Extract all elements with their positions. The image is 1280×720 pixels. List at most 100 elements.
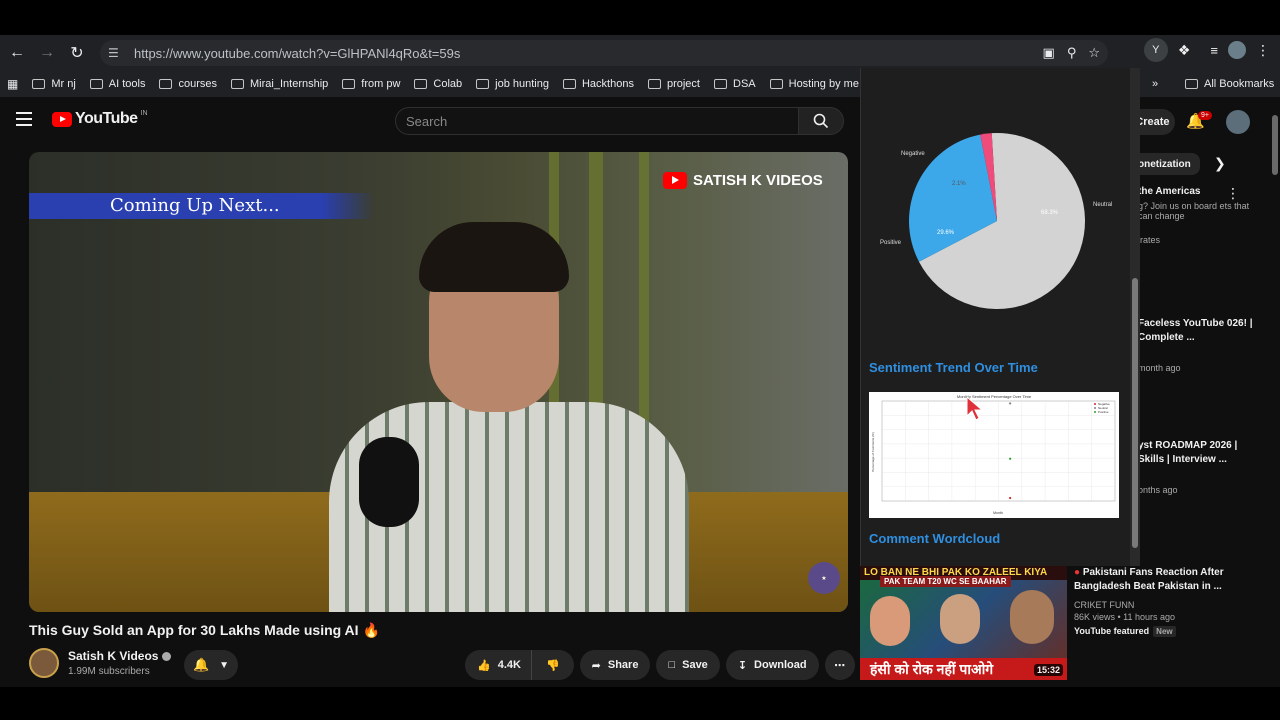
bookmark-job-hunting[interactable]: job hunting: [469, 78, 556, 90]
trend-legend: Negative Neutral Positive: [1094, 402, 1110, 414]
all-bookmarks[interactable]: All Bookmarks: [1178, 78, 1280, 90]
bookmark-dsa[interactable]: DSA: [707, 78, 763, 90]
trend-point-negative: [1009, 496, 1012, 500]
extension-scrollbar-thumb[interactable]: [1132, 278, 1138, 548]
folder-icon: [769, 79, 783, 89]
related-video-meta: 86K views • 11 hours ago: [1074, 612, 1176, 622]
share-icon: ➦: [591, 659, 601, 672]
hamburger-menu-icon[interactable]: [16, 112, 32, 126]
folder-icon: [342, 79, 356, 89]
youtube-play-icon: [52, 111, 72, 127]
search-icon: [813, 113, 829, 129]
profile-avatar[interactable]: [1228, 41, 1246, 59]
video-title: This Guy Sold an App for 30 Lakhs Made u…: [29, 622, 380, 638]
thumbs-down-icon: 👎: [545, 659, 560, 672]
back-icon[interactable]: ←: [2, 38, 32, 68]
channel-avatar[interactable]: [29, 648, 59, 678]
folder-icon: [89, 79, 103, 89]
star-icon[interactable]: ☆: [1088, 45, 1100, 61]
trend-legend-positive: Positive: [1098, 410, 1109, 414]
coming-up-banner: Coming Up Next...: [29, 193, 374, 219]
folder-icon: [476, 79, 490, 89]
bookmark-hackthons[interactable]: Hackthons: [556, 78, 641, 90]
menu-icon[interactable]: ⋮: [1256, 42, 1270, 59]
os-top-band: [0, 0, 1280, 35]
forward-icon[interactable]: →: [32, 38, 62, 68]
folder-icon: [414, 79, 428, 89]
share-button[interactable]: ➦ Share: [579, 650, 651, 680]
youtube-logo[interactable]: YouTube IN: [52, 110, 148, 128]
pie-label-positive: Positive: [880, 240, 902, 246]
related-item[interactable]: the Americas g? Join us on board ets tha…: [1138, 185, 1258, 245]
bell-icon: 🔔: [192, 657, 210, 672]
video-actions: 👍 4.4K 👎 ➦ Share □ Save ↧ Download ⋯: [465, 650, 855, 680]
video-player[interactable]: Coming Up Next... SATISH K VIDEOS ★: [29, 152, 848, 612]
folder-icon: [1185, 79, 1198, 89]
cast-icon[interactable]: ▣: [1043, 45, 1055, 61]
dislike-button[interactable]: 👎: [530, 650, 574, 680]
browser-toolbar: ← → ↻ ☰ https://www.youtube.com/watch?v=…: [0, 35, 1280, 71]
download-icon: ↧: [737, 659, 748, 672]
like-button[interactable]: 👍 4.4K: [465, 650, 531, 680]
more-icon: ⋯: [834, 659, 846, 672]
trend-heading: Sentiment Trend Over Time: [869, 360, 1038, 375]
os-bottom-band: [0, 687, 1280, 720]
search-button[interactable]: [798, 107, 844, 135]
wordcloud-heading: Comment Wordcloud: [869, 531, 1001, 546]
thumbnail-face: [870, 596, 910, 646]
notification-badge: 9+: [1198, 111, 1212, 120]
save-button[interactable]: □ Save: [656, 650, 720, 680]
download-button[interactable]: ↧ Download: [725, 650, 819, 680]
related-channel-name: CRIKET FUNN: [1074, 600, 1135, 610]
apps-icon[interactable]: ▦: [0, 77, 25, 91]
search-input[interactable]: Search: [395, 107, 798, 135]
channel-name[interactable]: Satish K Videos: [68, 649, 172, 663]
pie-pct-negative: 2.1%: [952, 181, 966, 187]
related-video-title: ● Pakistani Fans Reaction After Banglade…: [1074, 567, 1224, 592]
extension-scrollbar[interactable]: [1130, 68, 1140, 566]
subscriber-count: 1.99M subscribers: [68, 666, 150, 677]
new-badge: New: [1153, 626, 1176, 637]
thumbnail-subheadline: PAK TEAM T20 WC SE BAAHAR: [880, 576, 1011, 587]
zoom-icon[interactable]: ⚲: [1067, 45, 1077, 61]
bookmark-courses[interactable]: courses: [152, 78, 224, 90]
related-video-card[interactable]: LO BAN NE BHI PAK KO ZALEEL KIYA PAK TEA…: [860, 566, 1270, 684]
pie-pct-neutral: 68.3%: [1041, 210, 1059, 216]
bookmark-colab[interactable]: Colab: [407, 78, 469, 90]
bookmark-mirai-internship[interactable]: Mirai_Internship: [224, 78, 335, 90]
trend-xlabel: Month: [993, 511, 1003, 515]
bookmark-from-pw[interactable]: from pw: [335, 78, 407, 90]
url-text: https://www.youtube.com/watch?v=GlHPANl4…: [134, 45, 461, 61]
bookmark-icon: □: [668, 659, 676, 671]
page-scrollbar[interactable]: [1270, 97, 1280, 687]
folder-icon: [647, 79, 661, 89]
related-item[interactable]: yst ROADMAP 2026 | Skills | Interview ..…: [1138, 439, 1258, 495]
bookmark-project[interactable]: project: [641, 78, 707, 90]
user-avatar[interactable]: [1226, 110, 1250, 134]
address-bar[interactable]: ☰ https://www.youtube.com/watch?v=GlHPAN…: [100, 40, 1108, 66]
folder-icon: [32, 79, 46, 89]
related-thumbnail[interactable]: LO BAN NE BHI PAK KO ZALEEL KIYA PAK TEA…: [860, 566, 1067, 680]
reload-icon[interactable]: ↻: [62, 38, 92, 68]
extensions-icon[interactable]: ❖: [1178, 42, 1191, 59]
bookmarks-overflow[interactable]: »: [1145, 78, 1165, 90]
featured-label: YouTube featured New: [1074, 626, 1264, 637]
sentiment-trend-chart: Monthly Sentiment Percentage Over Time N…: [869, 392, 1119, 518]
chevron-right-icon[interactable]: ❯: [1214, 155, 1226, 172]
bookmark-ai-tools[interactable]: AI tools: [83, 78, 153, 90]
folder-icon: [159, 79, 173, 89]
folder-icon: [231, 79, 245, 89]
related-item[interactable]: Faceless YouTube 026! | Complete ... mon…: [1138, 317, 1258, 373]
subscription-bell-button[interactable]: 🔔 ▼: [184, 650, 238, 680]
site-info-icon[interactable]: ☰: [108, 46, 124, 60]
more-actions-button[interactable]: ⋯: [824, 650, 855, 680]
more-vert-icon[interactable]: ⋮: [1226, 185, 1240, 202]
trend-point-positive: [1009, 457, 1012, 460]
folder-icon: [562, 79, 576, 89]
filter-chip[interactable]: onetization: [1130, 153, 1200, 175]
extension-y-icon[interactable]: Y: [1143, 38, 1168, 62]
page-scrollbar-thumb[interactable]: [1272, 115, 1278, 175]
bookmark-mr-nj[interactable]: Mr nj: [25, 78, 82, 90]
reading-list-icon[interactable]: ≡: [1210, 43, 1218, 58]
bookmark-hosting[interactable]: Hosting by me: [763, 78, 866, 90]
